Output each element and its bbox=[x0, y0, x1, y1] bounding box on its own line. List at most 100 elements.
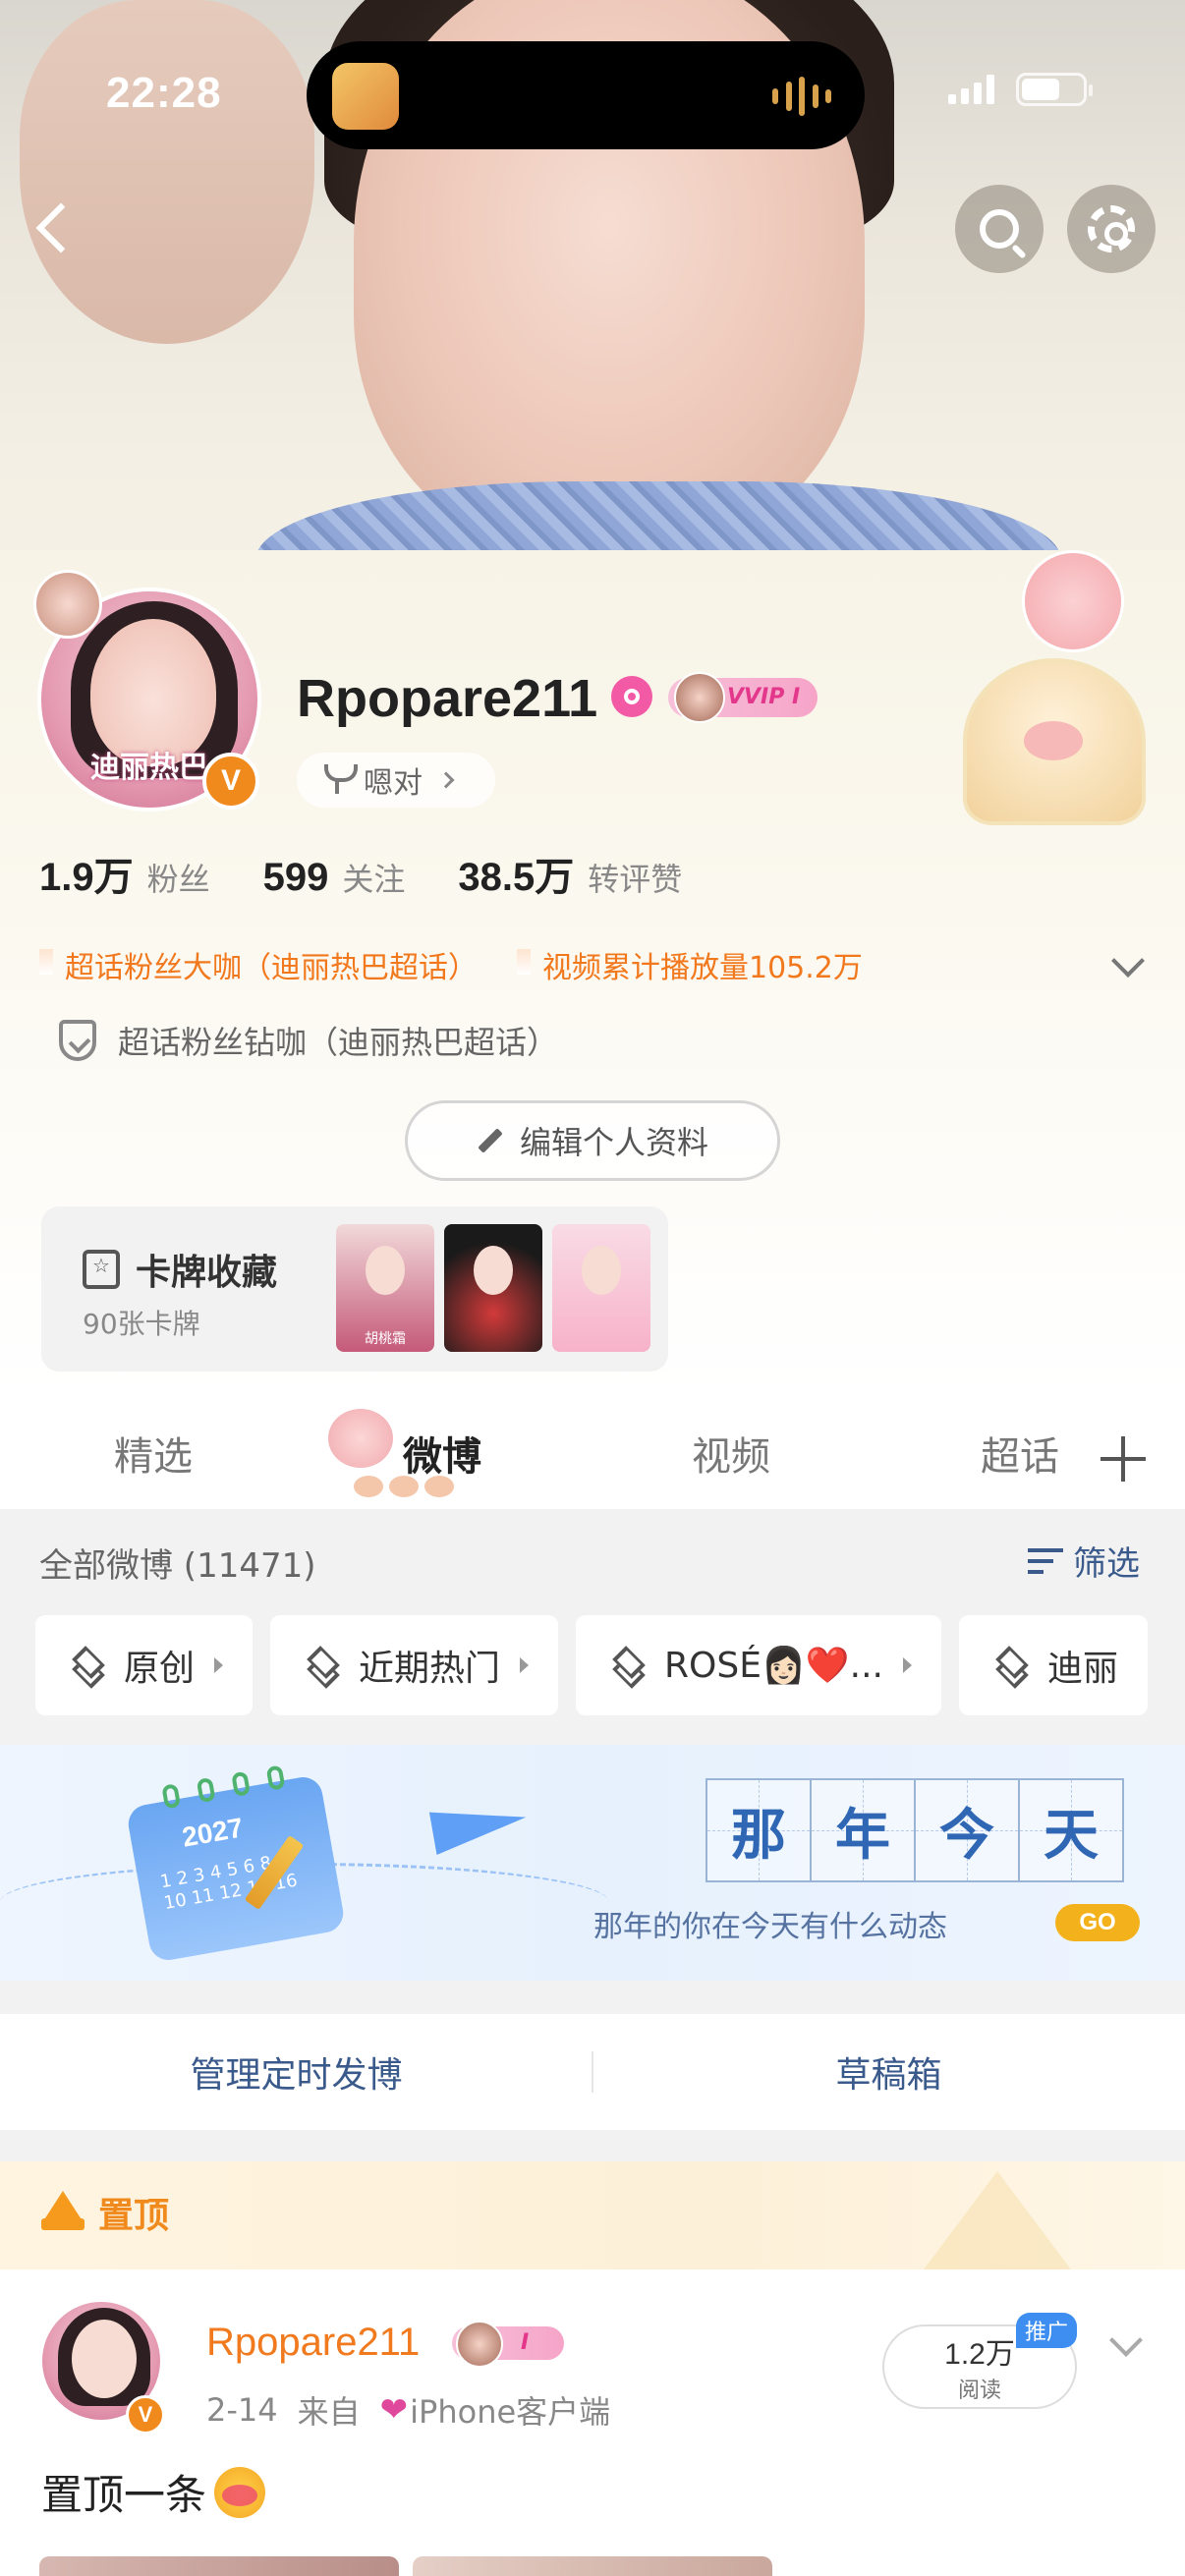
chevron-down-icon[interactable] bbox=[1109, 2324, 1143, 2357]
all-posts-count: 全部微博 (11471) bbox=[39, 1546, 316, 1586]
profile-section: 迪丽热巴 V Rpopare211 VVIP I 嗯对 1.9万 粉丝 599 … bbox=[0, 550, 1185, 1395]
title-chip-label: 嗯对 bbox=[364, 766, 423, 801]
stat-label: 关注 bbox=[342, 861, 406, 898]
post-author[interactable]: Rpopare211 bbox=[206, 2321, 420, 2365]
card-thumbnail[interactable]: 胡桃霜 bbox=[336, 1224, 434, 1352]
cup-icon bbox=[324, 764, 358, 796]
card-thumbnail-face bbox=[366, 1246, 405, 1295]
crown-icon bbox=[41, 2191, 85, 2230]
triangle-right-icon bbox=[520, 1657, 530, 1673]
edit-profile-label: 编辑个人资料 bbox=[519, 1124, 708, 1161]
banner-title: 那 年 今 天 bbox=[705, 1778, 1124, 1882]
banner-title-char: 那 bbox=[705, 1778, 812, 1882]
chip-recent-hot[interactable]: 近期热门 bbox=[270, 1615, 559, 1715]
tab-active-indicator bbox=[354, 1476, 454, 1497]
stat-label: 粉丝 bbox=[146, 861, 210, 898]
diamond-honor[interactable]: 超话粉丝钻咖（迪丽热巴超话） bbox=[59, 1018, 558, 1063]
signal-icon bbox=[948, 75, 994, 104]
edit-profile-button[interactable]: 编辑个人资料 bbox=[405, 1100, 780, 1181]
avatar-face bbox=[72, 2320, 137, 2398]
diamond-honor-label: 超话粉丝钻咖（迪丽热巴超话） bbox=[118, 1024, 559, 1061]
pinned-post[interactable]: V Rpopare211 I 2-14 来自 ❤ iPhone客户端 1.2万 … bbox=[0, 2269, 1185, 2576]
chevron-down-icon[interactable] bbox=[1111, 944, 1145, 978]
go-button[interactable]: GO bbox=[1055, 1904, 1140, 1941]
filter-area: 全部微博 (11471) 筛选 原创 近期热门 ROSÉ👩🏻❤️... 迪丽 bbox=[0, 1509, 1185, 1745]
manage-row: 管理定时发博 草稿箱 bbox=[0, 2014, 1185, 2130]
chip-label: ROSÉ👩🏻❤️... bbox=[664, 1646, 883, 1686]
shield-icon bbox=[59, 1020, 96, 1061]
gear-icon bbox=[1088, 205, 1135, 252]
stat-interactions[interactable]: 38.5万 转评赞 bbox=[458, 845, 682, 902]
drafts-button[interactable]: 草稿箱 bbox=[592, 2014, 1185, 2130]
card-thumbnail[interactable] bbox=[444, 1224, 542, 1352]
card-thumbnail-caption: 胡桃霜 bbox=[365, 1331, 406, 1347]
username: Rpopare211 bbox=[297, 669, 598, 728]
verified-icon: V bbox=[126, 2395, 165, 2435]
chip-label: 原创 bbox=[124, 1649, 196, 1689]
post-images[interactable] bbox=[39, 2556, 772, 2576]
post-text-content: 置顶一条 bbox=[41, 2471, 207, 2519]
system-icons bbox=[948, 73, 1093, 106]
vvip-badge[interactable]: VVIP I bbox=[668, 672, 818, 723]
super-topic-badge-icon[interactable] bbox=[611, 676, 652, 717]
filter-button[interactable]: 筛选 bbox=[1028, 1537, 1140, 1585]
card-collection[interactable]: 卡牌收藏 90张卡牌 胡桃霜 bbox=[41, 1206, 668, 1372]
layers-icon bbox=[611, 1651, 645, 1680]
card-collection-label: 卡牌收藏 bbox=[136, 1253, 278, 1293]
that-day-banner[interactable]: 2027 1 2 3 4 5 6 8 9 10 11 12 15 16 那 年 … bbox=[0, 1745, 1185, 1981]
stat-following[interactable]: 599 关注 bbox=[263, 855, 406, 900]
audio-wave-icon bbox=[772, 75, 831, 118]
now-playing-app-icon bbox=[332, 63, 399, 130]
post-meta: 2-14 来自 ❤ iPhone客户端 bbox=[206, 2387, 610, 2433]
layers-icon bbox=[994, 1651, 1028, 1680]
filter-icon bbox=[1028, 1546, 1063, 1576]
card-collection-title: 卡牌收藏 bbox=[83, 1244, 277, 1295]
back-icon[interactable] bbox=[29, 196, 79, 265]
stat-number: 599 bbox=[262, 856, 329, 899]
post-source-prefix: 来自 bbox=[297, 2393, 361, 2431]
avatar[interactable]: 迪丽热巴 V bbox=[33, 570, 261, 812]
layers-icon bbox=[71, 1651, 104, 1680]
avatar-sticker-icon bbox=[33, 570, 102, 639]
tab-weibo[interactable]: 微博 bbox=[403, 1425, 481, 1482]
scheduled-posts-button[interactable]: 管理定时发博 bbox=[0, 2014, 592, 2130]
stat-followers[interactable]: 1.9万 粉丝 bbox=[39, 845, 210, 902]
love-emoji-icon bbox=[214, 2466, 266, 2518]
honor-badge[interactable]: 超话粉丝大咖（迪丽热巴超话） bbox=[39, 943, 478, 986]
calendar-icon: 2027 1 2 3 4 5 6 8 9 10 11 12 15 16 bbox=[125, 1764, 347, 1964]
vip-badge[interactable]: I bbox=[452, 2321, 564, 2368]
section-gap bbox=[0, 1981, 1185, 2014]
search-icon bbox=[980, 209, 1019, 249]
heart-icon: ❤ bbox=[379, 2390, 409, 2430]
pencil-icon bbox=[478, 1128, 503, 1153]
chevron-right-icon bbox=[437, 771, 455, 789]
honor-badge[interactable]: 视频累计播放量105.2万 bbox=[517, 943, 863, 986]
calendar-rings bbox=[161, 1764, 286, 1810]
search-button[interactable] bbox=[955, 185, 1044, 273]
chip-rose[interactable]: ROSÉ👩🏻❤️... bbox=[576, 1615, 941, 1715]
read-count: 1.2万 bbox=[944, 2338, 1015, 2371]
post-source: ❤ iPhone客户端 bbox=[380, 2387, 611, 2433]
card-icon bbox=[83, 1250, 120, 1289]
post-source-label: iPhone客户端 bbox=[410, 2393, 611, 2431]
stat-number: 38.5万 bbox=[458, 856, 575, 899]
pinned-label: 置顶 bbox=[98, 2196, 170, 2236]
tab-featured[interactable]: 精选 bbox=[114, 1425, 193, 1482]
pig-bread-icon bbox=[963, 658, 1146, 825]
chip-original[interactable]: 原创 bbox=[35, 1615, 254, 1715]
dynamic-island[interactable] bbox=[307, 41, 865, 149]
promote-badge[interactable]: 推广 bbox=[1016, 2313, 1077, 2348]
title-chip[interactable]: 嗯对 bbox=[297, 753, 495, 808]
card-thumbnail[interactable] bbox=[552, 1224, 650, 1352]
verified-icon: V bbox=[202, 753, 259, 810]
post-date: 2-14 bbox=[206, 2391, 278, 2429]
stat-number: 1.9万 bbox=[39, 856, 134, 899]
read-label: 阅读 bbox=[957, 2379, 1001, 2403]
tab-video[interactable]: 视频 bbox=[692, 1425, 770, 1482]
settings-button[interactable] bbox=[1067, 185, 1156, 273]
chip-dilraba[interactable]: 迪丽 bbox=[958, 1615, 1148, 1715]
tab-super-topic[interactable]: 超话 bbox=[981, 1425, 1059, 1482]
banner-subtitle: 那年的你在今天有什么动态 bbox=[593, 1910, 947, 1944]
section-gap bbox=[0, 2130, 1185, 2161]
add-tab-icon[interactable] bbox=[1100, 1436, 1146, 1482]
